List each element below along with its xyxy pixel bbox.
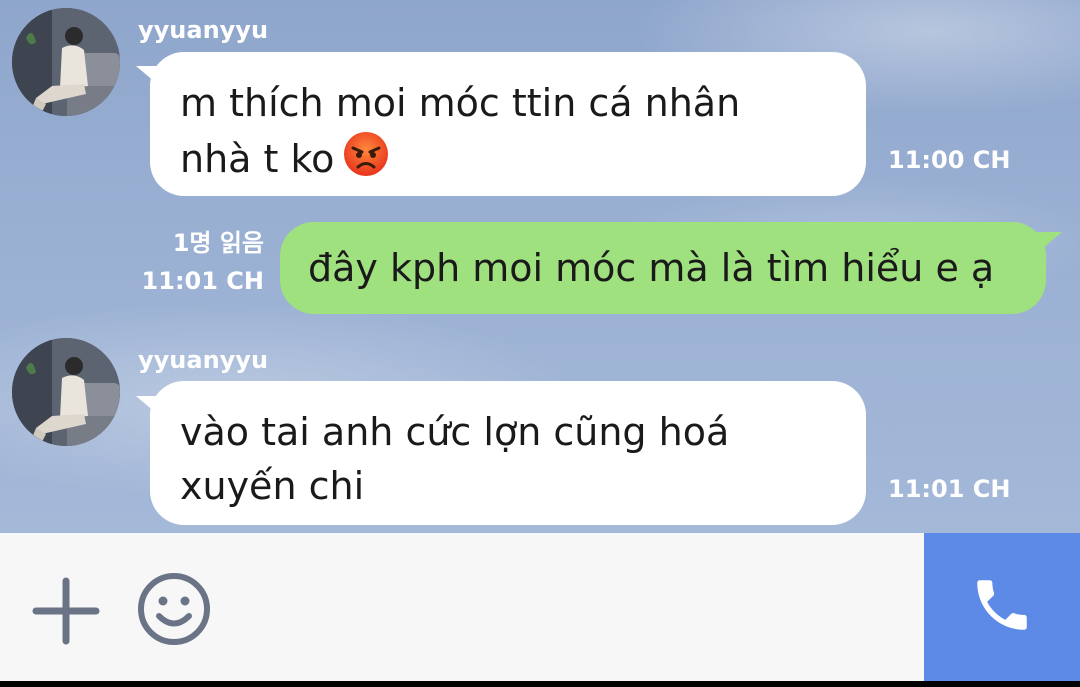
message-bubble-incoming[interactable]: vào tai anh cức lợn cũng hoá xuyến chi bbox=[150, 381, 866, 525]
phone-icon bbox=[969, 572, 1035, 642]
message-line: nhà t ko bbox=[180, 137, 335, 181]
message-text: đây kph moi móc mà là tìm hiểu e ạ bbox=[308, 246, 995, 290]
message-line: vào tai anh cức lợn cũng hoá bbox=[180, 410, 730, 454]
input-bar bbox=[0, 533, 1080, 681]
read-status: 1명 읽음 bbox=[172, 229, 264, 257]
smiley-icon[interactable] bbox=[134, 569, 214, 653]
message-bubble-incoming[interactable]: m thích moi móc ttin cá nhân nhà t ko bbox=[150, 52, 866, 196]
read-meta: 1명 읽음 11:01 CH bbox=[120, 224, 264, 300]
bubble-tail bbox=[1036, 232, 1062, 254]
call-button[interactable] bbox=[924, 533, 1080, 681]
message-line-with-emoji: nhà t ko bbox=[180, 130, 838, 192]
plus-icon[interactable] bbox=[30, 575, 102, 651]
message-time: 11:01 CH bbox=[888, 475, 1011, 503]
chat-area[interactable]: yyuanyyu m thích moi móc ttin cá nhân nh… bbox=[0, 0, 1080, 533]
sender-name: yyuanyyu bbox=[138, 16, 269, 44]
angry-face-icon bbox=[342, 130, 390, 192]
sender-avatar[interactable] bbox=[12, 8, 120, 116]
message-bubble-outgoing[interactable]: đây kph moi móc mà là tìm hiểu e ạ bbox=[280, 222, 1046, 314]
message-time: 11:00 CH bbox=[888, 146, 1011, 174]
message-time: 11:01 CH bbox=[141, 267, 264, 295]
sender-name: yyuanyyu bbox=[138, 346, 269, 374]
bottom-edge bbox=[0, 681, 1080, 687]
sender-avatar[interactable] bbox=[12, 338, 120, 446]
message-line: xuyến chi bbox=[180, 464, 365, 508]
message-line: m thích moi móc ttin cá nhân bbox=[180, 81, 741, 125]
